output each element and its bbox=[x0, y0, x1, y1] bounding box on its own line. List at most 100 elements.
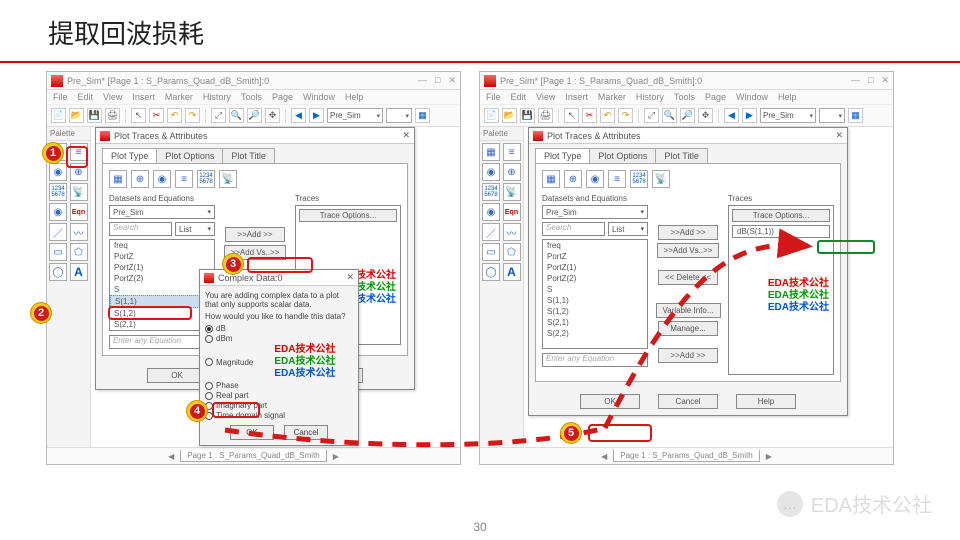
type-smith-icon[interactable]: ◉ bbox=[586, 170, 604, 188]
search-input[interactable]: Search bbox=[109, 222, 172, 236]
type-smith-icon[interactable]: ◉ bbox=[153, 170, 171, 188]
pal-list-icon[interactable]: 12345678 bbox=[482, 183, 500, 201]
radio-db[interactable]: dB bbox=[205, 324, 353, 333]
menu-tools[interactable]: Tools bbox=[674, 92, 695, 102]
open-icon[interactable]: 📂 bbox=[69, 108, 84, 123]
add-button[interactable]: >>Add >> bbox=[225, 227, 285, 242]
pal-stacked-plot-icon[interactable]: ≡ bbox=[503, 143, 521, 161]
open-icon[interactable]: 📂 bbox=[502, 108, 517, 123]
minimize-button[interactable]: — bbox=[418, 75, 427, 86]
maximize-button[interactable]: □ bbox=[868, 75, 873, 86]
print-icon[interactable]: 🖨 bbox=[105, 108, 120, 123]
pal-list-icon[interactable]: 12345678 bbox=[49, 183, 67, 201]
pointer-icon[interactable]: ↖ bbox=[564, 108, 579, 123]
add-button[interactable]: >>Add >> bbox=[658, 225, 718, 240]
save-icon[interactable]: 💾 bbox=[87, 108, 102, 123]
dataset-select[interactable]: Pre_Sim bbox=[542, 205, 648, 219]
subdlg-close-icon[interactable]: ✕ bbox=[346, 272, 354, 283]
menu-tools[interactable]: Tools bbox=[241, 92, 262, 102]
variable-list[interactable]: freqPortZPortZ(1)PortZ(2)SS(1,1)S(1,2)S(… bbox=[542, 239, 648, 349]
pointer-icon[interactable]: ↖ bbox=[131, 108, 146, 123]
dataset-select-b[interactable] bbox=[386, 108, 412, 123]
pal-antenna-icon[interactable]: 📡 bbox=[503, 183, 521, 201]
menu-page[interactable]: Page bbox=[705, 92, 726, 102]
radio-real[interactable]: Real part bbox=[205, 391, 353, 400]
page-tab[interactable]: Page 1 : S_Params_Quad_dB_Smith bbox=[613, 450, 760, 462]
dataset-select[interactable]: Pre_Sim bbox=[109, 205, 215, 219]
pal-polyline-icon[interactable]: 〰 bbox=[503, 223, 521, 241]
search-input[interactable]: Search bbox=[542, 222, 605, 236]
zoom-fit-icon[interactable]: ⤢ bbox=[644, 108, 659, 123]
trace-db-s11[interactable]: dB(S(1,1)) bbox=[732, 225, 830, 238]
fwd-icon[interactable]: ▶ bbox=[309, 108, 324, 123]
pal-smith2-icon[interactable]: ◉ bbox=[482, 203, 500, 221]
menu-marker[interactable]: Marker bbox=[165, 92, 193, 102]
menu-help[interactable]: Help bbox=[345, 92, 364, 102]
dialog-close-icon[interactable]: ✕ bbox=[402, 130, 410, 141]
pal-line-icon[interactable]: ／ bbox=[482, 223, 500, 241]
radio-phase[interactable]: Phase bbox=[205, 381, 353, 390]
zoom-out-icon[interactable]: 🔎 bbox=[680, 108, 695, 123]
tab-plot-type[interactable]: Plot Type bbox=[102, 148, 157, 163]
tab-plot-options[interactable]: Plot Options bbox=[589, 148, 656, 163]
radio-dbm[interactable]: dBm bbox=[205, 334, 353, 343]
undo-icon[interactable]: ↶ bbox=[600, 108, 615, 123]
dataset-select-a[interactable]: Pre_Sim bbox=[327, 108, 383, 123]
pal-smith2-icon[interactable]: ◉ bbox=[49, 203, 67, 221]
maximize-button[interactable]: □ bbox=[435, 75, 440, 86]
menu-history[interactable]: History bbox=[636, 92, 664, 102]
zoom-out-icon[interactable]: 🔎 bbox=[247, 108, 262, 123]
pal-polyline-icon[interactable]: 〰 bbox=[70, 223, 88, 241]
pan-icon[interactable]: ✥ bbox=[265, 108, 280, 123]
add2-button[interactable]: >>Add >> bbox=[658, 348, 718, 363]
pal-stacked-plot-icon[interactable]: ≡ bbox=[70, 143, 88, 161]
manage-button[interactable]: Manage... bbox=[658, 321, 718, 336]
dataset-select-a[interactable]: Pre_Sim bbox=[760, 108, 816, 123]
equation-input[interactable]: Enter any Equation bbox=[542, 353, 648, 367]
pal-circle-icon[interactable]: ◯ bbox=[49, 263, 67, 281]
tab-plot-options[interactable]: Plot Options bbox=[156, 148, 223, 163]
menu-view[interactable]: View bbox=[536, 92, 555, 102]
redo-icon[interactable]: ↷ bbox=[185, 108, 200, 123]
radio-imag[interactable]: Imaginary part bbox=[205, 401, 353, 410]
radio-time[interactable]: Time domain signal bbox=[205, 411, 353, 420]
type-stack-icon[interactable]: ≡ bbox=[608, 170, 626, 188]
delete-button[interactable]: << Delete << bbox=[658, 270, 718, 285]
plot-icon[interactable]: ▦ bbox=[415, 108, 430, 123]
pal-rect-icon[interactable]: ▭ bbox=[49, 243, 67, 261]
new-icon[interactable]: 📄 bbox=[51, 108, 66, 123]
tab-plot-title[interactable]: Plot Title bbox=[222, 148, 275, 163]
pal-rect-plot-icon[interactable]: ▦ bbox=[482, 143, 500, 161]
zoom-in-icon[interactable]: 🔍 bbox=[662, 108, 677, 123]
cancel-button[interactable]: Cancel bbox=[658, 394, 718, 409]
menu-window[interactable]: Window bbox=[303, 92, 335, 102]
menu-edit[interactable]: Edit bbox=[511, 92, 527, 102]
menu-insert[interactable]: Insert bbox=[132, 92, 155, 102]
pal-poly-icon[interactable]: ⬠ bbox=[503, 243, 521, 261]
type-stack-icon[interactable]: ≡ bbox=[175, 170, 193, 188]
trace-options-button[interactable]: Trace Options... bbox=[732, 209, 830, 222]
pal-text-icon[interactable]: A bbox=[70, 263, 88, 281]
type-antenna-icon[interactable]: 📡 bbox=[219, 170, 237, 188]
zoom-in-icon[interactable]: 🔍 bbox=[229, 108, 244, 123]
subdlg-ok-button[interactable]: OK bbox=[230, 425, 274, 440]
minimize-button[interactable]: — bbox=[851, 75, 860, 86]
pal-poly-icon[interactable]: ⬠ bbox=[70, 243, 88, 261]
pan-icon[interactable]: ✥ bbox=[698, 108, 713, 123]
type-antenna-icon[interactable]: 📡 bbox=[652, 170, 670, 188]
pal-polar-icon[interactable]: ⊕ bbox=[70, 163, 88, 181]
tab-plot-type[interactable]: Plot Type bbox=[535, 148, 590, 163]
type-polar-icon[interactable]: ⊕ bbox=[131, 170, 149, 188]
list-mode-select[interactable]: List bbox=[175, 222, 215, 236]
menu-edit[interactable]: Edit bbox=[78, 92, 94, 102]
back-icon[interactable]: ◀ bbox=[291, 108, 306, 123]
page-tab[interactable]: Page 1 : S_Params_Quad_dB_Smith bbox=[180, 450, 327, 462]
save-icon[interactable]: 💾 bbox=[520, 108, 535, 123]
addvs-button[interactable]: >>Add Vs..>> bbox=[657, 243, 720, 258]
zoom-fit-icon[interactable]: ⤢ bbox=[211, 108, 226, 123]
type-polar-icon[interactable]: ⊕ bbox=[564, 170, 582, 188]
tab-plot-title[interactable]: Plot Title bbox=[655, 148, 708, 163]
fwd-icon[interactable]: ▶ bbox=[742, 108, 757, 123]
pal-rect-icon[interactable]: ▭ bbox=[482, 243, 500, 261]
undo-icon[interactable]: ↶ bbox=[167, 108, 182, 123]
